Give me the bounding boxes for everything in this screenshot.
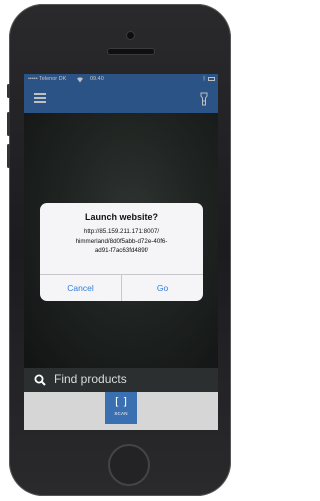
earpiece-speaker: [107, 48, 155, 55]
cancel-button[interactable]: Cancel: [40, 275, 122, 301]
search-bar[interactable]: Find products: [24, 368, 218, 392]
dialog-url-line: ad91-f7ac63fd489f/: [94, 247, 149, 254]
phone-screen: ••••• Telenor DK 09.40 ᛒ Launch website?…: [24, 74, 218, 430]
dialog-url-line: himmerland/8d0f5abb-d72e-40f6-: [75, 237, 168, 245]
front-camera: [126, 31, 135, 40]
scan-brackets-icon: [ ]: [114, 395, 128, 408]
dialog-message: http://85.159.211.171:8007/ himmerland/8…: [46, 227, 197, 256]
home-button[interactable]: [108, 444, 150, 486]
volume-up-button: [7, 112, 10, 136]
volume-down-button: [7, 144, 10, 168]
scan-label: SCAN: [114, 411, 128, 416]
search-input[interactable]: Find products: [54, 372, 127, 386]
dialog-url-line: http://85.159.211.171:8007/: [83, 228, 160, 235]
dialog-title: Launch website?: [84, 212, 158, 222]
bottom-tab-bar: [ ] SCAN: [24, 392, 218, 430]
dialog-button-row: Cancel Go: [40, 274, 203, 301]
search-icon: [34, 374, 46, 386]
launch-website-dialog: Launch website? http://85.159.211.171:80…: [40, 203, 203, 301]
scan-button[interactable]: [ ] SCAN: [105, 392, 137, 424]
go-button[interactable]: Go: [122, 275, 203, 301]
mute-switch: [7, 84, 10, 98]
